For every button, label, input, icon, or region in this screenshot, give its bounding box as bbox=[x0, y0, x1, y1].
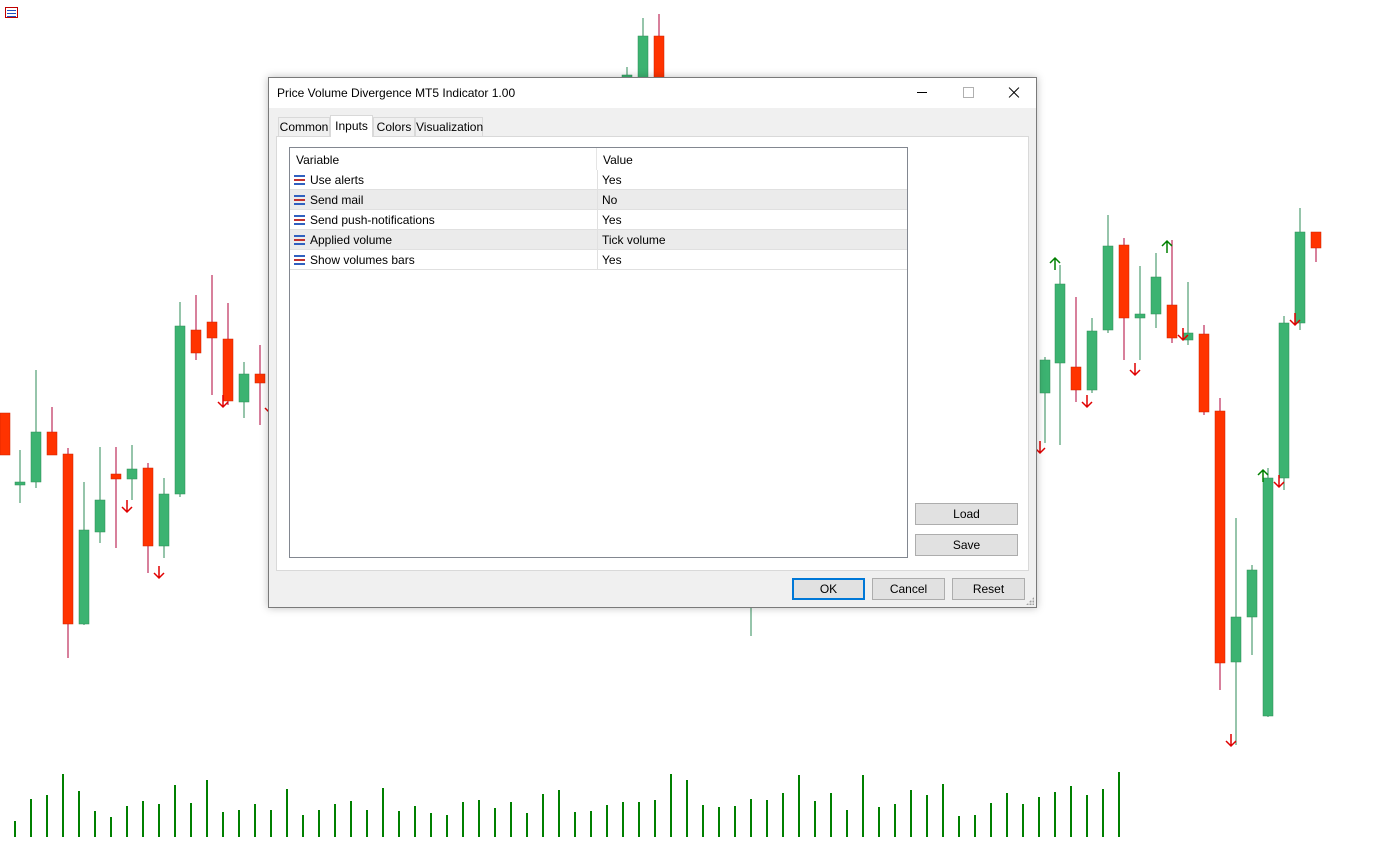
ok-button[interactable]: OK bbox=[792, 578, 865, 600]
candle-body bbox=[1310, 231, 1322, 249]
candle-body bbox=[1086, 330, 1098, 391]
up-arrow-icon bbox=[1161, 239, 1173, 253]
candle-body bbox=[46, 431, 58, 456]
tab-visualization[interactable]: Visualization bbox=[415, 117, 483, 136]
tab-common[interactable]: Common bbox=[278, 117, 330, 136]
candle-body bbox=[174, 325, 186, 495]
variable-cell: Send mail bbox=[294, 190, 597, 210]
candle-body bbox=[1230, 616, 1242, 663]
table-row[interactable]: Use alerts Yes bbox=[290, 170, 907, 190]
resize-grip[interactable] bbox=[1026, 597, 1034, 605]
candle-body bbox=[653, 35, 665, 79]
variable-name: Send mail bbox=[310, 193, 364, 207]
candle-body bbox=[1166, 304, 1178, 339]
candle-body bbox=[1150, 276, 1162, 315]
candle-body bbox=[62, 453, 74, 625]
candle-body bbox=[1118, 244, 1130, 319]
candle-body bbox=[94, 499, 106, 533]
candle-body bbox=[1214, 410, 1226, 664]
candle-body bbox=[1198, 333, 1210, 413]
parameter-icon bbox=[294, 174, 305, 185]
value-cell[interactable]: No bbox=[597, 190, 907, 210]
down-arrow-icon bbox=[121, 500, 133, 514]
table-row[interactable]: Send push-notifications Yes bbox=[290, 210, 907, 230]
candle-body bbox=[254, 373, 266, 384]
save-button[interactable]: Save bbox=[915, 534, 1018, 556]
candle-body bbox=[1134, 313, 1146, 319]
inputs-table[interactable]: Variable Value Use alerts Yes Send mail … bbox=[289, 147, 908, 558]
candle-body bbox=[30, 431, 42, 483]
candle-body bbox=[206, 321, 218, 339]
variable-name: Applied volume bbox=[310, 233, 393, 247]
table-row[interactable]: Show volumes bars Yes bbox=[290, 250, 907, 270]
candle-body bbox=[1054, 283, 1066, 364]
table-row[interactable]: Send mail No bbox=[290, 190, 907, 210]
column-header-variable[interactable]: Variable bbox=[290, 148, 597, 170]
parameter-icon bbox=[294, 234, 305, 245]
variable-cell: Use alerts bbox=[294, 170, 597, 190]
candle-body bbox=[1246, 569, 1258, 618]
tab-colors[interactable]: Colors bbox=[373, 117, 415, 136]
candle-body bbox=[14, 481, 26, 486]
column-header-value[interactable]: Value bbox=[597, 148, 907, 170]
value-cell[interactable]: Yes bbox=[597, 210, 907, 230]
candle-body bbox=[1262, 477, 1274, 717]
candle-body bbox=[0, 412, 11, 456]
candle-body bbox=[142, 467, 154, 547]
maximize-icon bbox=[945, 78, 991, 108]
parameter-icon bbox=[294, 214, 305, 225]
value-cell[interactable]: Yes bbox=[597, 170, 907, 190]
candle-body bbox=[1278, 322, 1290, 479]
up-arrow-icon bbox=[1049, 256, 1061, 270]
candle-body bbox=[1294, 231, 1306, 324]
parameter-icon bbox=[294, 194, 305, 205]
variable-cell: Send push-notifications bbox=[294, 210, 597, 230]
close-icon[interactable] bbox=[991, 78, 1037, 108]
variable-name: Send push-notifications bbox=[310, 213, 435, 227]
inputs-panel: Variable Value Use alerts Yes Send mail … bbox=[276, 136, 1029, 571]
down-arrow-icon bbox=[153, 566, 165, 580]
table-header: Variable Value bbox=[290, 148, 907, 170]
title-bar[interactable]: Price Volume Divergence MT5 Indicator 1.… bbox=[269, 78, 1036, 108]
variable-name: Show volumes bars bbox=[310, 253, 415, 267]
dialog-title: Price Volume Divergence MT5 Indicator 1.… bbox=[277, 86, 516, 100]
variable-cell: Show volumes bars bbox=[294, 250, 597, 270]
candle-body bbox=[637, 35, 649, 79]
candle-body bbox=[1039, 359, 1051, 394]
candle-body bbox=[158, 493, 170, 547]
candle-body bbox=[78, 529, 90, 625]
tab-inputs[interactable]: Inputs bbox=[330, 115, 373, 137]
candle-body bbox=[110, 473, 122, 480]
candle-body bbox=[222, 338, 234, 402]
chart-menu-icon[interactable] bbox=[5, 7, 18, 18]
candle-body bbox=[1070, 366, 1082, 391]
value-cell[interactable]: Tick volume bbox=[597, 230, 907, 250]
candle-body bbox=[190, 329, 202, 354]
minimize-icon[interactable] bbox=[899, 78, 945, 108]
candle-body bbox=[238, 373, 250, 403]
down-arrow-icon bbox=[1225, 734, 1237, 748]
value-cell[interactable]: Yes bbox=[597, 250, 907, 270]
cancel-button[interactable]: Cancel bbox=[872, 578, 945, 600]
load-button[interactable]: Load bbox=[915, 503, 1018, 525]
reset-button[interactable]: Reset bbox=[952, 578, 1025, 600]
parameter-icon bbox=[294, 254, 305, 265]
variable-cell: Applied volume bbox=[294, 230, 597, 250]
indicator-properties-dialog: Price Volume Divergence MT5 Indicator 1.… bbox=[268, 77, 1037, 608]
down-arrow-icon bbox=[1081, 395, 1093, 409]
variable-name: Use alerts bbox=[310, 173, 365, 187]
candle-body bbox=[126, 468, 138, 480]
candle-body bbox=[1102, 245, 1114, 331]
down-arrow-icon bbox=[1129, 363, 1141, 377]
table-row[interactable]: Applied volume Tick volume bbox=[290, 230, 907, 250]
